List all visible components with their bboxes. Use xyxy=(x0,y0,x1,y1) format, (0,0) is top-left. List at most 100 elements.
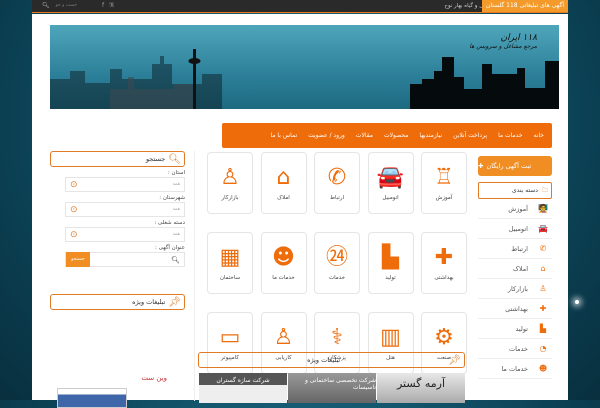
select-value: همه xyxy=(172,232,180,237)
footer-logo: وین ست xyxy=(141,374,167,382)
car-icon: 🚘 xyxy=(376,165,405,190)
ad-banner[interactable]: آرمه گستر xyxy=(377,373,465,403)
category-tile[interactable]: ♖ آموزش xyxy=(421,152,467,214)
category-item[interactable]: ☻ خدمات ما xyxy=(478,359,552,379)
page-container: ۱۱۸ ایران مرجع مشاغل و سرویس ها خانه خدما… xyxy=(32,14,568,408)
tile-label: تولید xyxy=(385,275,396,281)
field-label: استان : xyxy=(167,170,185,176)
24h-icon: ㉔ xyxy=(326,245,349,270)
phone-icon: ✆ xyxy=(539,244,547,253)
support-icon: ☻ xyxy=(538,364,548,373)
chevron-down-icon: ⊙ xyxy=(70,204,78,215)
nav-login[interactable]: ورود / عضویت xyxy=(308,132,345,139)
search-widget-title: 🔍︎ جستجو xyxy=(50,151,185,167)
chevron-down-icon: ⊙ xyxy=(70,179,78,190)
teacher-icon: 🧑‍🏫 xyxy=(538,204,548,213)
select-field[interactable]: همه ⊙ xyxy=(65,177,185,192)
phone-icon: ✆ xyxy=(327,165,347,190)
category-item[interactable]: ⌂ املاک xyxy=(478,259,552,279)
pin-icon: 📌︎ xyxy=(168,296,181,308)
category-item[interactable]: 🚘 اتومبیل xyxy=(478,219,552,239)
house-icon: ⌂ xyxy=(276,165,291,190)
ad-title-input[interactable]: 🔍︎ xyxy=(171,256,184,264)
nav-services[interactable]: خدمات ما xyxy=(498,132,523,139)
factory-icon: ▙ xyxy=(382,245,399,270)
plus-icon: ✚ xyxy=(478,162,484,170)
nav-online-payment[interactable]: پرداخت آنلاین xyxy=(453,132,487,139)
nav-home[interactable]: خانه xyxy=(534,132,544,139)
category-tile[interactable]: ✚ بهداشتی xyxy=(421,232,467,294)
hotel-icon: ▥ xyxy=(380,325,401,350)
site-logo[interactable]: ۱۱۸ ایران مرجع مشاغل و سرویس ها xyxy=(469,33,537,50)
category-label: آموزش xyxy=(508,204,528,213)
select-field[interactable]: همه ⊙ xyxy=(65,227,185,242)
category-tile[interactable]: ▙ تولید xyxy=(367,232,414,294)
select-field[interactable]: همه ⊙ xyxy=(65,202,185,217)
car-icon: 🚘 xyxy=(538,224,548,233)
worker-icon: ♙ xyxy=(539,284,547,293)
category-header[interactable]: 🗀 دسته بندی xyxy=(478,182,552,199)
center-ads-title: 📌︎ تبلیغات ویژه xyxy=(198,352,465,368)
category-label: خدمات xyxy=(508,344,528,353)
category-grid: ♖ آموزش 🚘 اتومبیل ✆ ارتباط ⌂ املاک ♙ بازارکار ✚ بهد… xyxy=(201,152,467,374)
top-bar: 🔍︎ جست و جو fℜ مجتمع گل و گیاه بهار نوح آ… xyxy=(32,0,568,13)
category-tile[interactable]: ✆ ارتباط xyxy=(314,152,360,214)
nav-products[interactable]: محصولات xyxy=(384,132,408,139)
search-icon: 🔍︎ xyxy=(168,153,181,165)
tile-label: اتومبیل xyxy=(382,195,399,201)
category-label: ارتباط xyxy=(511,244,528,253)
category-tile[interactable]: ☻ خدمات ما xyxy=(260,232,307,294)
computer-icon: ▭ xyxy=(219,325,241,350)
pin-icon: 📌︎ xyxy=(448,354,461,366)
category-item[interactable]: ♙ بازارکار xyxy=(478,279,552,299)
divider xyxy=(194,151,195,401)
category-item[interactable]: ▙ تولید xyxy=(478,319,552,339)
category-tile[interactable]: ▦ ساختمان xyxy=(207,232,253,294)
search-input[interactable]: جست و جو xyxy=(56,0,77,12)
category-header-label: دسته بندی xyxy=(512,187,538,194)
category-tile[interactable]: ♙ بازارکار xyxy=(207,152,253,214)
ad-banner[interactable]: شرکت تخصصی ساختمانی و تاسیسات xyxy=(288,373,376,403)
category-item[interactable]: ◔ خدمات xyxy=(478,339,552,359)
24h-icon: ◔ xyxy=(539,344,547,353)
ad-banner[interactable]: شرکت سازه گستران xyxy=(199,373,287,403)
category-label: خدمات ما xyxy=(501,364,528,373)
center-special-ads: 📌︎ تبلیغات ویژه آرمه گستر شرکت تخصصی ساخت… xyxy=(198,352,465,403)
special-ads-title: 📌︎ تبلیغات ویژه xyxy=(50,294,185,310)
facebook-icon[interactable]: f xyxy=(102,0,104,12)
top-search[interactable]: 🔍︎ جست و جو xyxy=(42,0,77,12)
social-links: fℜ xyxy=(102,0,114,12)
left-footer-ad[interactable]: وین ست xyxy=(57,374,167,408)
medkit-icon: ✚ xyxy=(434,245,454,270)
logo-title: ۱۱۸ ایران xyxy=(500,33,537,43)
search-button[interactable]: جستجو xyxy=(66,252,90,267)
select-value: همه xyxy=(172,182,180,187)
top-ads-tab[interactable]: آگهی های تبلیغاتی 118 گلستان xyxy=(482,0,568,12)
businessman-icon: ♙ xyxy=(273,325,294,350)
category-item[interactable]: ✆ ارتباط xyxy=(478,239,552,259)
nav-articles[interactable]: مقالات xyxy=(356,132,373,139)
teacher-icon: ♖ xyxy=(434,165,454,190)
category-item[interactable]: 🧑‍🏫 آموزش xyxy=(478,199,552,219)
nav-contact[interactable]: تماس با ما xyxy=(270,132,297,139)
tile-label: املاک xyxy=(277,195,290,201)
category-tile[interactable]: ⌂ املاک xyxy=(260,152,307,214)
chevron-down-icon: ⊙ xyxy=(70,229,78,240)
category-tile[interactable]: 🚘 اتومبیل xyxy=(367,152,414,214)
tile-label: بهداشتی xyxy=(434,275,454,281)
footer-image xyxy=(57,388,127,408)
category-item[interactable]: ✚ بهداشتی xyxy=(478,299,552,319)
category-label: تولید xyxy=(515,324,528,333)
tile-label: ساختمان xyxy=(219,275,241,281)
tile-label: خدمات xyxy=(328,275,346,281)
nav-needs[interactable]: نیازمندیها xyxy=(419,132,442,139)
free-ad-button[interactable]: ثبت آگهی رایگان ✚ xyxy=(478,156,552,176)
category-tile[interactable]: ㉔ خدمات xyxy=(314,232,360,294)
factory-icon: ▙ xyxy=(539,324,547,333)
rss-icon[interactable]: ℜ xyxy=(109,0,114,12)
free-ad-label: ثبت آگهی رایگان xyxy=(486,162,532,170)
select-value: همه xyxy=(172,207,180,212)
house-icon: ⌂ xyxy=(540,264,546,273)
sparkle-decoration xyxy=(575,300,579,304)
search-icon[interactable]: 🔍︎ xyxy=(42,0,50,12)
